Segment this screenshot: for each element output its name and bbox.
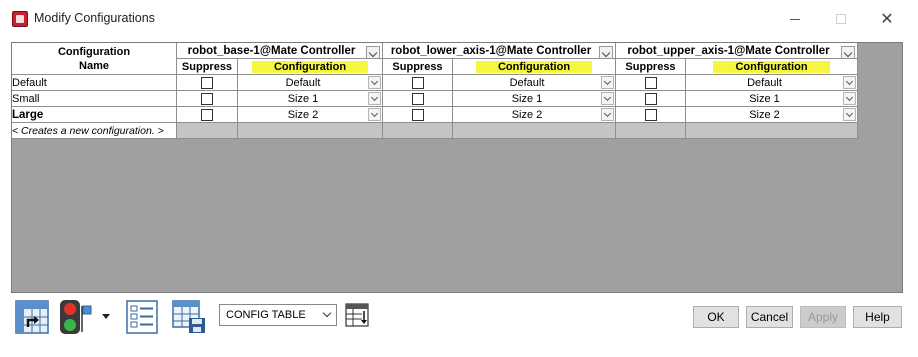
chevron-down-icon[interactable] bbox=[368, 108, 381, 121]
maximize-button bbox=[818, 0, 864, 38]
suppress-checkbox[interactable] bbox=[411, 92, 424, 105]
suppress-checkbox[interactable] bbox=[201, 92, 213, 105]
configuration-name-header: Configuration Name bbox=[11, 42, 177, 75]
suppress-checkbox[interactable] bbox=[201, 76, 213, 89]
column-settings-icon[interactable] bbox=[345, 303, 369, 327]
new-configuration-cell[interactable]: < Creates a new configuration. > bbox=[11, 122, 177, 139]
config-table-select-value: CONFIG TABLE bbox=[226, 309, 306, 321]
chevron-down-icon[interactable] bbox=[843, 108, 856, 121]
chevron-down-icon[interactable] bbox=[368, 92, 381, 105]
config-value: Size 2 bbox=[511, 108, 543, 121]
config-value: Default bbox=[285, 76, 321, 89]
component-header-robot-base[interactable]: robot_base-1@Mate Controller bbox=[176, 42, 383, 59]
suppress-checkbox[interactable] bbox=[644, 92, 657, 105]
ok-button[interactable]: OK bbox=[693, 306, 739, 328]
minimize-icon bbox=[790, 18, 800, 20]
config-select-cell[interactable]: Default bbox=[452, 74, 616, 91]
cancel-button[interactable]: Cancel bbox=[746, 306, 793, 328]
close-button[interactable]: ✕ bbox=[864, 0, 910, 38]
suppress-header: Suppress bbox=[382, 58, 453, 75]
minimize-button[interactable] bbox=[772, 0, 818, 38]
table-row: Default Default Default Default bbox=[11, 74, 858, 91]
config-name-cell[interactable]: Default bbox=[11, 74, 177, 91]
chevron-down-icon[interactable] bbox=[601, 92, 614, 105]
chevron-down-icon bbox=[322, 308, 332, 318]
chevron-down-icon[interactable] bbox=[599, 46, 613, 58]
configuration-header: Configuration bbox=[237, 58, 383, 75]
chevron-down-icon[interactable] bbox=[843, 76, 856, 89]
list-view-icon[interactable] bbox=[126, 300, 158, 334]
config-select-cell[interactable]: Size 2 bbox=[685, 106, 858, 123]
config-value: Size 1 bbox=[749, 92, 780, 105]
config-select-cell[interactable]: Size 2 bbox=[452, 106, 616, 123]
config-name-cell[interactable]: Large bbox=[11, 106, 177, 123]
chevron-down-icon[interactable] bbox=[368, 76, 381, 89]
config-value: Size 1 bbox=[511, 92, 543, 105]
chevron-down-icon[interactable] bbox=[601, 108, 614, 121]
configuration-header: Configuration bbox=[685, 58, 858, 75]
new-configuration-row: < Creates a new configuration. > bbox=[11, 122, 858, 139]
configuration-table: Configuration Name robot_base-1@Mate Con… bbox=[11, 42, 858, 139]
chevron-down-icon[interactable] bbox=[843, 92, 856, 105]
config-select-cell[interactable]: Default bbox=[685, 74, 858, 91]
chevron-down-icon[interactable] bbox=[366, 46, 380, 58]
chevron-down-icon[interactable] bbox=[601, 76, 614, 89]
config-select-cell[interactable]: Size 1 bbox=[685, 90, 858, 107]
window-title: Modify Configurations bbox=[34, 11, 155, 25]
save-table-icon[interactable] bbox=[172, 300, 206, 334]
config-value: Size 2 bbox=[287, 108, 319, 121]
suppress-header: Suppress bbox=[176, 58, 238, 75]
configuration-name-header-label: Configuration Name bbox=[57, 45, 131, 72]
config-value: Size 1 bbox=[287, 92, 319, 105]
component-name: robot_lower_axis-1@Mate Controller bbox=[390, 44, 592, 57]
configuration-header-label: Configuration bbox=[713, 60, 830, 73]
config-select-cell[interactable]: Default bbox=[237, 74, 383, 91]
config-table-select[interactable]: CONFIG TABLE bbox=[219, 304, 337, 326]
configuration-header-label: Configuration bbox=[251, 60, 369, 73]
maximize-icon bbox=[836, 14, 846, 24]
suppress-header: Suppress bbox=[615, 58, 686, 75]
traffic-light-icon[interactable] bbox=[58, 300, 118, 334]
suppress-checkbox[interactable] bbox=[201, 108, 213, 121]
table-link-icon[interactable] bbox=[15, 300, 49, 334]
config-select-cell[interactable]: Size 1 bbox=[452, 90, 616, 107]
config-name-cell[interactable]: Small bbox=[11, 90, 177, 107]
suppress-checkbox[interactable] bbox=[644, 76, 657, 89]
help-button[interactable]: Help bbox=[853, 306, 902, 328]
configuration-header-label: Configuration bbox=[475, 60, 593, 73]
component-header-robot-upper-axis[interactable]: robot_upper_axis-1@Mate Controller bbox=[615, 42, 858, 59]
suppress-checkbox[interactable] bbox=[644, 108, 657, 121]
component-name: robot_base-1@Mate Controller bbox=[187, 44, 356, 57]
config-value: Default bbox=[509, 76, 545, 89]
component-name: robot_upper_axis-1@Mate Controller bbox=[627, 44, 830, 57]
table-row: Large Size 2 Size 2 Size 2 bbox=[11, 106, 858, 123]
suppress-checkbox[interactable] bbox=[411, 76, 424, 89]
configuration-header: Configuration bbox=[452, 58, 616, 75]
chevron-down-icon[interactable] bbox=[841, 46, 855, 58]
apply-button[interactable]: Apply bbox=[800, 306, 846, 328]
table-row: Small Size 1 Size 1 Size 1 bbox=[11, 90, 858, 107]
title-bar: Modify Configurations ✕ bbox=[0, 0, 918, 38]
solidworks-icon bbox=[12, 11, 28, 27]
config-value: Default bbox=[747, 76, 782, 89]
suppress-checkbox[interactable] bbox=[411, 108, 424, 121]
config-select-cell[interactable]: Size 1 bbox=[237, 90, 383, 107]
config-value: Size 2 bbox=[749, 108, 780, 121]
config-select-cell[interactable]: Size 2 bbox=[237, 106, 383, 123]
component-header-robot-lower-axis[interactable]: robot_lower_axis-1@Mate Controller bbox=[382, 42, 616, 59]
close-icon: ✕ bbox=[880, 11, 894, 28]
